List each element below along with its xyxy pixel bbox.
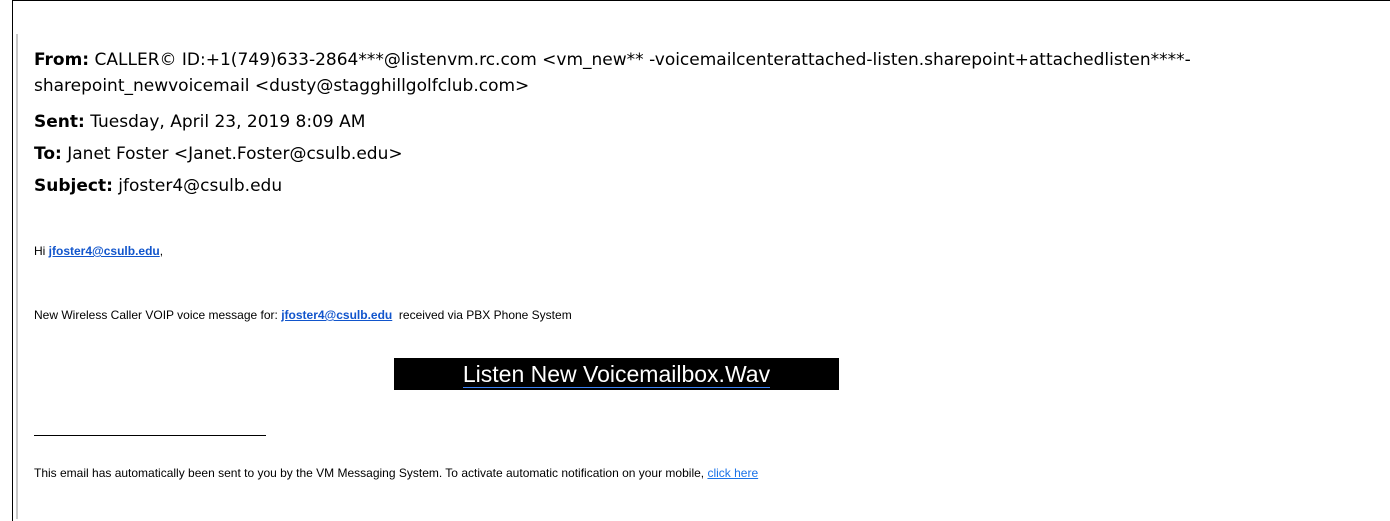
sent-label: Sent: xyxy=(34,112,85,132)
listen-button-label: Listen New Voicemailbox.Wav xyxy=(462,361,771,388)
to-line: To: Janet Foster <Janet.Foster@csulb.edu… xyxy=(34,143,403,165)
subject-label: Subject: xyxy=(34,176,113,196)
to-label: To: xyxy=(34,144,62,164)
notice-suffix: received via PBX Phone System xyxy=(392,308,572,322)
greeting-email-link[interactable]: jfoster4@csulb.edu xyxy=(49,244,160,258)
notice-prefix: New Wireless Caller VOIP voice message f… xyxy=(34,308,282,322)
greeting: Hi jfoster4@csulb.edu, xyxy=(34,244,163,259)
footer-text: This email has automatically been sent t… xyxy=(34,466,708,480)
subject-line: Subject: jfoster4@csulb.edu xyxy=(34,175,282,197)
greeting-suffix: , xyxy=(159,244,164,258)
to-value: Janet Foster <Janet.Foster@csulb.edu> xyxy=(67,144,403,164)
greeting-prefix: Hi xyxy=(34,244,49,258)
signature-divider xyxy=(34,435,266,436)
from-line-continued: sharepoint_newvoicemail <dusty@stagghill… xyxy=(34,75,529,97)
from-value-continued: sharepoint_newvoicemail <dusty@stagghill… xyxy=(34,76,530,96)
quote-bar xyxy=(16,34,18,519)
click-here-link[interactable]: click here xyxy=(707,466,758,480)
listen-voicemail-button[interactable]: Listen New Voicemailbox.Wav xyxy=(394,358,839,390)
footer-notice: This email has automatically been sent t… xyxy=(34,466,758,481)
sent-value: Tuesday, April 23, 2019 8:09 AM xyxy=(90,112,366,132)
from-line: From: CALLER© ID:+1(749)633-2864***@list… xyxy=(34,49,1191,71)
from-value: CALLER© ID:+1(749)633-2864***@listenvm.r… xyxy=(94,50,1191,70)
notice-email-link[interactable]: jfoster4@csulb.edu xyxy=(281,308,392,322)
voicemail-notice: New Wireless Caller VOIP voice message f… xyxy=(34,308,572,323)
sent-line: Sent: Tuesday, April 23, 2019 8:09 AM xyxy=(34,111,365,133)
from-label: From: xyxy=(34,50,90,70)
subject-value: jfoster4@csulb.edu xyxy=(118,176,283,196)
